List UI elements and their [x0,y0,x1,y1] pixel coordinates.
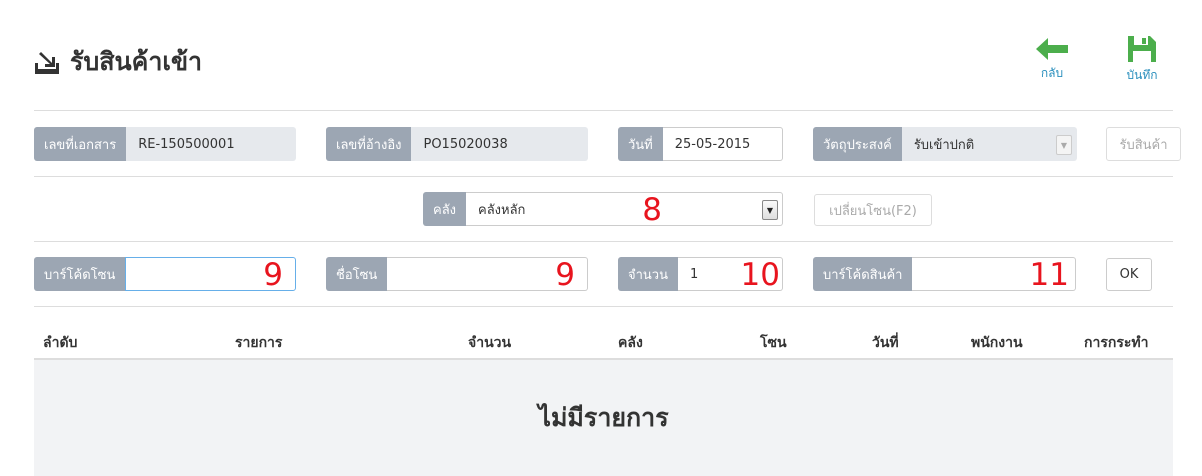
purpose-select[interactable]: รับเข้าปกติ ▼ [901,127,1077,161]
divider [34,176,1173,177]
warehouse-group: คลัง คลังหลัก 8 ▼ [423,192,783,226]
zone-name-label: ชื่อโซน [326,257,388,291]
divider [34,110,1173,111]
doc-no-group: เลขที่เอกสาร RE-150500001 [34,127,296,161]
zone-barcode-input[interactable]: 9 [125,257,296,291]
save-button-label: บันทึก [1126,68,1158,82]
column-header-employee: พนักงาน [971,335,1023,351]
divider [34,241,1173,242]
product-barcode-input[interactable]: 11 [912,257,1076,291]
zone-name-group: ชื่อโซน 9 [326,257,588,291]
download-to-tray-icon [35,52,59,74]
chevron-down-icon: ▼ [762,200,778,220]
quantity-input[interactable]: 1 10 [678,257,783,291]
ok-button[interactable]: OK [1106,258,1152,291]
date-value: 25-05-2015 [674,136,751,152]
quantity-group: จำนวน 1 10 [618,257,783,291]
column-header-date: วันที่ [872,335,899,351]
column-header-zone: โซน [760,335,787,351]
save-button[interactable]: บันทึก [1120,36,1164,85]
column-header-action: การกระทำ [1084,335,1149,351]
product-barcode-group: บาร์โค้ดสินค้า 11 [813,257,1076,291]
divider [34,306,1173,307]
doc-no-label: เลขที่เอกสาร [34,127,127,161]
table-header: ลำดับ รายการ จำนวน คลัง โซน วันที่ พนักง… [34,322,1173,358]
date-group: วันที่ 25-05-2015 [618,127,783,161]
zone-barcode-label: บาร์โค้ดโซน [34,257,126,291]
annotation-number: 9 [555,257,575,291]
purpose-group: วัตถุประสงค์ รับเข้าปกติ ▼ [813,127,1077,161]
page-title: รับสินค้าเข้า [34,44,202,80]
ref-no-label: เลขที่อ้างอิง [326,127,412,161]
purpose-label: วัตถุประสงค์ [813,127,902,161]
date-label: วันที่ [618,127,663,161]
annotation-number: 11 [1029,257,1069,291]
column-header-item: รายการ [235,335,283,351]
column-header-seq: ลำดับ [43,335,78,351]
ref-no-group: เลขที่อ้างอิง PO15020038 [326,127,588,161]
zone-name-input[interactable]: 9 [387,257,588,291]
floppy-disk-icon [1128,36,1156,62]
warehouse-value: คลังหลัก [478,202,526,218]
zone-barcode-group: บาร์โค้ดโซน 9 [34,257,296,291]
purpose-value: รับเข้าปกติ [913,137,975,153]
change-zone-button[interactable]: เปลี่ยนโซน(F2) [814,194,932,226]
chevron-down-icon: ▼ [1056,135,1072,155]
column-header-warehouse: คลัง [618,335,643,351]
table-empty-state: ไม่มีรายการ [34,360,1173,476]
ref-no-value: PO15020038 [423,136,508,152]
warehouse-select[interactable]: คลังหลัก 8 ▼ [466,192,783,226]
annotation-number: 10 [740,257,780,291]
quantity-value: 1 [690,266,699,282]
arrow-left-icon [1036,38,1068,60]
annotation-number: 8 [642,192,662,226]
doc-no-field: RE-150500001 [126,127,296,161]
empty-message: ไม่มีรายการ [538,403,669,432]
annotation-number: 9 [263,257,283,291]
page-title-text: รับสินค้าเข้า [70,47,203,76]
product-barcode-label: บาร์โค้ดสินค้า [813,257,913,291]
back-button-label: กลับ [1040,66,1064,80]
quantity-label: จำนวน [618,257,678,291]
ref-no-field: PO15020038 [411,127,588,161]
column-header-quantity: จำนวน [468,335,512,351]
back-button[interactable]: กลับ [1032,38,1072,83]
date-field[interactable]: 25-05-2015 [662,127,783,161]
receive-button[interactable]: รับสินค้า [1106,127,1181,161]
warehouse-label: คลัง [423,192,467,226]
doc-no-value: RE-150500001 [138,136,235,152]
